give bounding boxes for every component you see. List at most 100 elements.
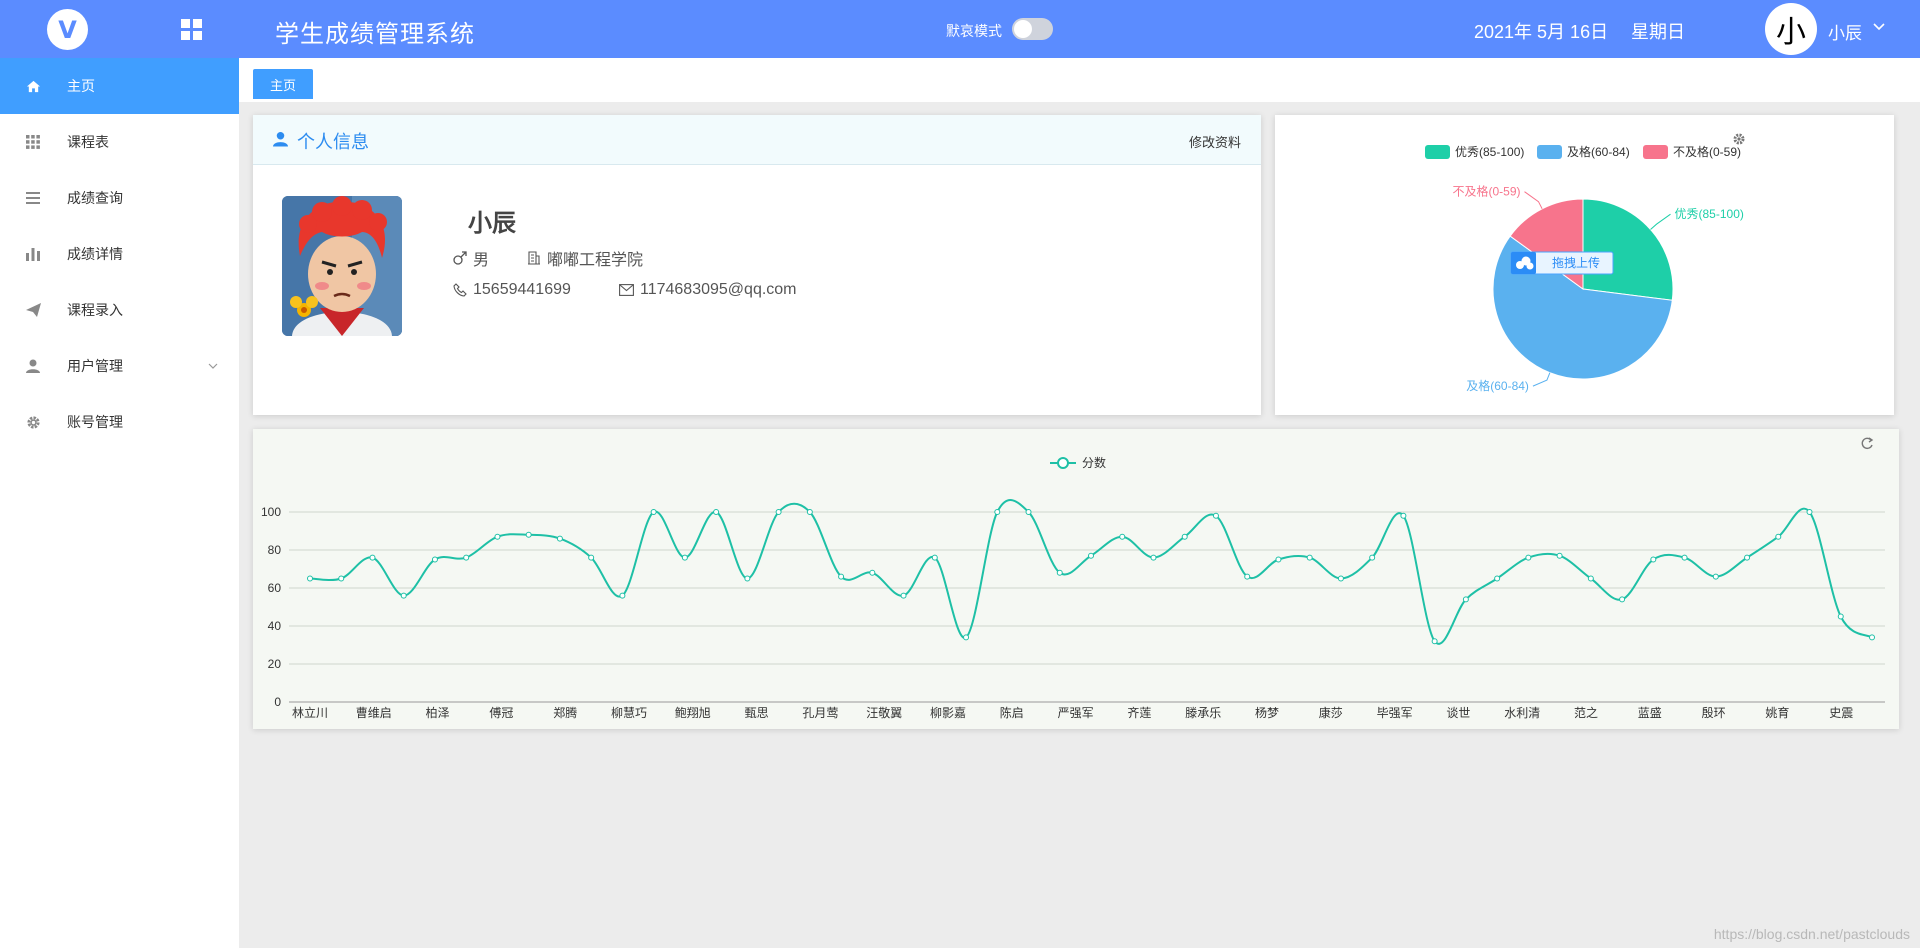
score-point[interactable]	[994, 509, 1001, 515]
score-point[interactable]	[1775, 533, 1782, 540]
score-point[interactable]	[1587, 575, 1594, 582]
x-tick-label: 鲍翔旭	[675, 706, 711, 720]
score-point[interactable]	[588, 554, 595, 561]
score-point[interactable]	[1400, 512, 1407, 519]
score-trend-card: 分数 0 20 40 60 80 100 林立川 曹维启 柏泽 傅冠 郑腾 柳慧巧 鲍翔旭 甄思 孔月莺 汪敬翼…	[253, 429, 1899, 729]
score-point[interactable]	[1525, 554, 1532, 561]
sidebar-item-score-detail[interactable]: 成绩详情	[0, 226, 239, 282]
score-point[interactable]	[1837, 613, 1844, 620]
score-point[interactable]	[744, 575, 751, 582]
score-point[interactable]	[1650, 556, 1657, 563]
score-point[interactable]	[1275, 556, 1282, 563]
drag-upload-button[interactable]: 拖拽上传	[1510, 251, 1614, 275]
pie-slice[interactable]	[1582, 198, 1674, 301]
tab-home[interactable]: 主页	[253, 69, 313, 99]
score-point[interactable]	[900, 592, 907, 599]
pie-label-line	[1524, 191, 1543, 210]
score-point[interactable]	[650, 509, 657, 515]
legend-swatch[interactable]	[1537, 145, 1562, 159]
drag-upload-label: 拖拽上传	[1552, 255, 1600, 270]
sidebar-item-schedule[interactable]: 课程表	[0, 114, 239, 170]
score-point[interactable]	[1306, 554, 1313, 561]
score-point[interactable]	[1337, 575, 1344, 582]
score-point[interactable]	[1712, 573, 1719, 580]
score-point[interactable]	[775, 509, 782, 515]
mourning-mode-toggle[interactable]	[1012, 18, 1053, 40]
score-point[interactable]	[1181, 533, 1188, 540]
apps-grid-icon[interactable]	[181, 19, 202, 40]
score-point[interactable]	[1244, 573, 1251, 580]
x-tick-label: 毕强军	[1377, 706, 1413, 720]
score-point[interactable]	[1212, 512, 1219, 519]
legend-marker[interactable]	[1057, 457, 1069, 469]
x-tick-label: 孔月莺	[802, 706, 838, 720]
phone-icon	[453, 283, 467, 297]
pie-label-line	[1532, 372, 1551, 387]
sidebar-item-home[interactable]: 主页	[0, 58, 239, 114]
score-point[interactable]	[838, 573, 845, 580]
x-tick-label: 姚育	[1765, 705, 1789, 720]
score-point[interactable]	[463, 554, 470, 561]
x-tick-label: 齐莲	[1127, 705, 1151, 720]
x-tick-label: 康莎	[1319, 705, 1343, 720]
sidebar-item-account[interactable]: 账号管理	[0, 394, 239, 450]
legend-label: 及格(60-84)	[1567, 144, 1630, 159]
sidebar-item-course-entry[interactable]: 课程录入	[0, 282, 239, 338]
y-tick-label: 80	[268, 543, 282, 557]
chevron-down-icon[interactable]	[1872, 20, 1886, 34]
home-icon	[25, 78, 41, 94]
score-point[interactable]	[1119, 533, 1126, 540]
sidebar-item-user-management[interactable]: 用户管理	[0, 338, 239, 394]
user-menu-name[interactable]: 小辰	[1828, 19, 1862, 44]
grade-pie-chart: 优秀(85-100) 及格(60-84) 不及格(0-59) 优秀(85-100) 及格…	[1425, 133, 1745, 393]
top-header: V 学生成绩管理系统 默哀模式 2021年 5月 16日 星期日 小 小辰	[0, 0, 1920, 58]
sidebar-item-label: 课程录入	[67, 302, 123, 318]
score-point[interactable]	[400, 592, 407, 599]
legend-swatch[interactable]	[1643, 145, 1668, 159]
score-point[interactable]	[338, 575, 345, 582]
score-point[interactable]	[681, 554, 688, 561]
score-point[interactable]	[494, 533, 501, 540]
score-point[interactable]	[1806, 509, 1813, 515]
score-point[interactable]	[556, 535, 563, 542]
score-point[interactable]	[1431, 638, 1438, 645]
pie-slice-label: 优秀(85-100)	[1675, 207, 1744, 221]
score-point[interactable]	[1619, 596, 1626, 603]
score-point[interactable]	[1869, 634, 1875, 641]
app-logo[interactable]: V	[47, 9, 88, 50]
sidebar-item-label: 用户管理	[67, 358, 123, 374]
score-point[interactable]	[1088, 552, 1094, 559]
refresh-icon[interactable]	[1861, 437, 1874, 450]
profile-photo	[282, 196, 402, 336]
current-date: 2021年 5月 16日	[1474, 22, 1609, 42]
score-point[interactable]	[431, 556, 438, 563]
score-point[interactable]	[869, 569, 876, 576]
score-point[interactable]	[307, 575, 313, 582]
x-tick-label: 滕承乐	[1185, 705, 1221, 720]
score-point[interactable]	[369, 554, 376, 561]
score-point[interactable]	[1025, 509, 1032, 515]
legend-label: 不及格(0-59)	[1673, 144, 1741, 159]
settings-gear-icon[interactable]	[1733, 133, 1745, 145]
sidebar-item-label: 成绩查询	[67, 190, 123, 206]
score-point[interactable]	[1681, 554, 1688, 561]
score-point[interactable]	[806, 509, 813, 515]
score-point[interactable]	[1556, 552, 1563, 559]
score-point[interactable]	[1369, 554, 1376, 561]
sidebar-item-score-query[interactable]: 成绩查询	[0, 170, 239, 226]
score-point[interactable]	[1744, 554, 1751, 561]
score-point[interactable]	[1494, 575, 1501, 582]
app-title: 学生成绩管理系统	[275, 21, 475, 48]
legend-swatch[interactable]	[1425, 145, 1450, 159]
score-point[interactable]	[1056, 569, 1063, 576]
score-point[interactable]	[1462, 596, 1469, 603]
score-point[interactable]	[1150, 554, 1157, 561]
score-point[interactable]	[963, 634, 970, 641]
avatar[interactable]: 小	[1765, 3, 1817, 55]
score-point[interactable]	[525, 531, 532, 538]
score-point[interactable]	[619, 592, 626, 599]
male-icon	[453, 251, 467, 265]
score-point[interactable]	[931, 554, 938, 561]
edit-profile-link[interactable]: 修改资料	[1189, 132, 1241, 151]
score-point[interactable]	[713, 509, 720, 515]
